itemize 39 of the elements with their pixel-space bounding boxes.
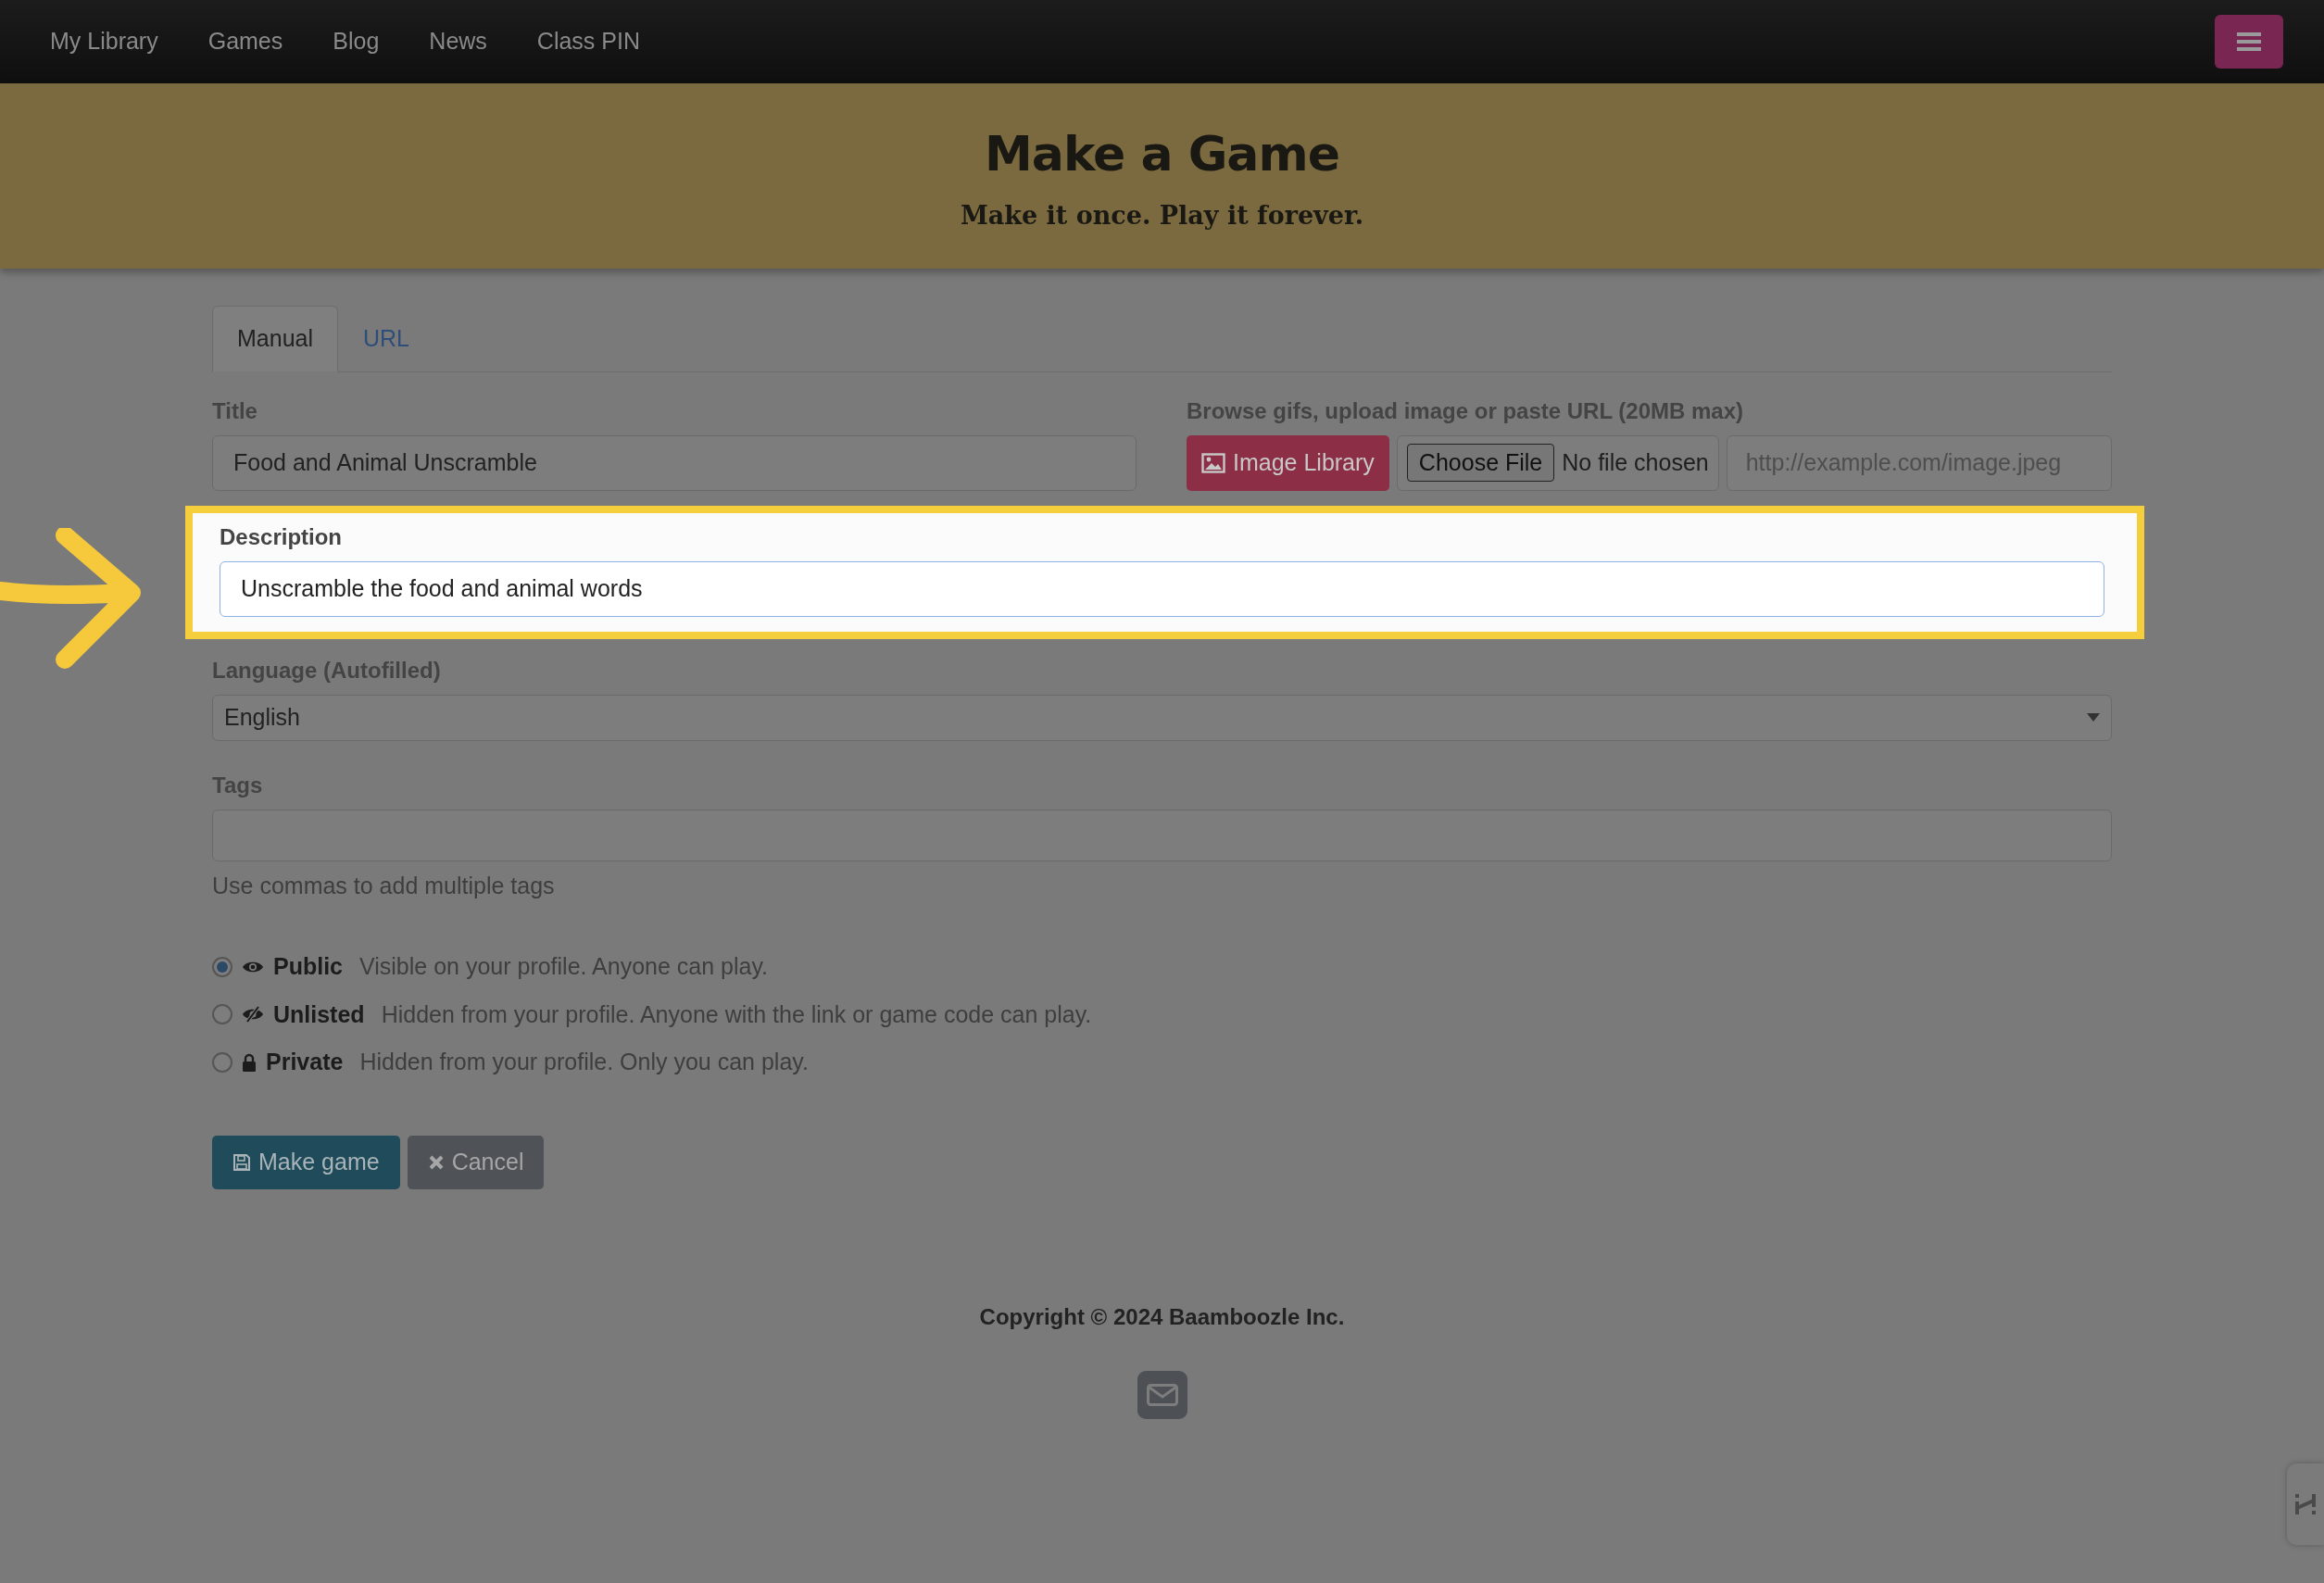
caret-icon [2087,713,2100,722]
help-text: Use commas to add multiple tags [212,871,556,900]
option-description: Hidden from your profile. Only you can play. [359,1048,809,1076]
close-icon [427,1153,445,1171]
choose-file-button[interactable]: Choose File [1406,443,1555,483]
email-button[interactable] [1137,1370,1187,1419]
option-label: Public [273,952,343,981]
nav-link[interactable]: News [429,24,487,59]
page-title: Make a Game [985,124,1339,183]
nav-link[interactable]: Games [207,24,283,59]
option-label: Private [266,1048,344,1076]
page-subtitle: Make it once. Play it forever. [960,199,1364,232]
radio-button[interactable] [212,956,232,977]
nav-link[interactable]: Class PIN [536,24,640,59]
crossed-eye-icon [242,1006,264,1024]
make-game-button[interactable]: Make game [212,1135,400,1189]
radio-button[interactable] [212,1051,232,1073]
menu-button[interactable] [2215,15,2283,69]
envelope-icon [1146,1383,1178,1406]
tab[interactable]: Manual [212,306,338,372]
file-picker[interactable]: Choose File No file chosen [1396,434,1719,491]
nav-link[interactable]: My Library [50,24,158,59]
description-field[interactable]: Unscramble the food and animal words [220,560,2104,617]
option-label: Unlisted [273,999,365,1029]
cancel-button[interactable]: Cancel [407,1135,545,1189]
field-label: Description [220,522,344,551]
language-select[interactable]: English [212,694,2112,741]
radio-button[interactable] [212,1004,232,1025]
title-field[interactable]: Food and Animal Unscramble [212,434,1137,491]
option-description: Visible on your profile. Anyone can play. [359,952,769,981]
lock-icon [242,1052,257,1072]
file-status: No file chosen [1562,447,1709,477]
image-library-button[interactable]: Image Library [1187,434,1389,491]
image-icon [1201,452,1225,473]
copyright-text: Copyright © 2024 Baamboozle Inc. [979,1302,1345,1331]
option-description: Hidden from your profile. Anyone with the link or game code can play. [381,999,1092,1029]
menu-icon [2235,31,2263,53]
side-widget-tab[interactable] [2287,1464,2324,1545]
nav-link[interactable]: Blog [333,24,380,59]
